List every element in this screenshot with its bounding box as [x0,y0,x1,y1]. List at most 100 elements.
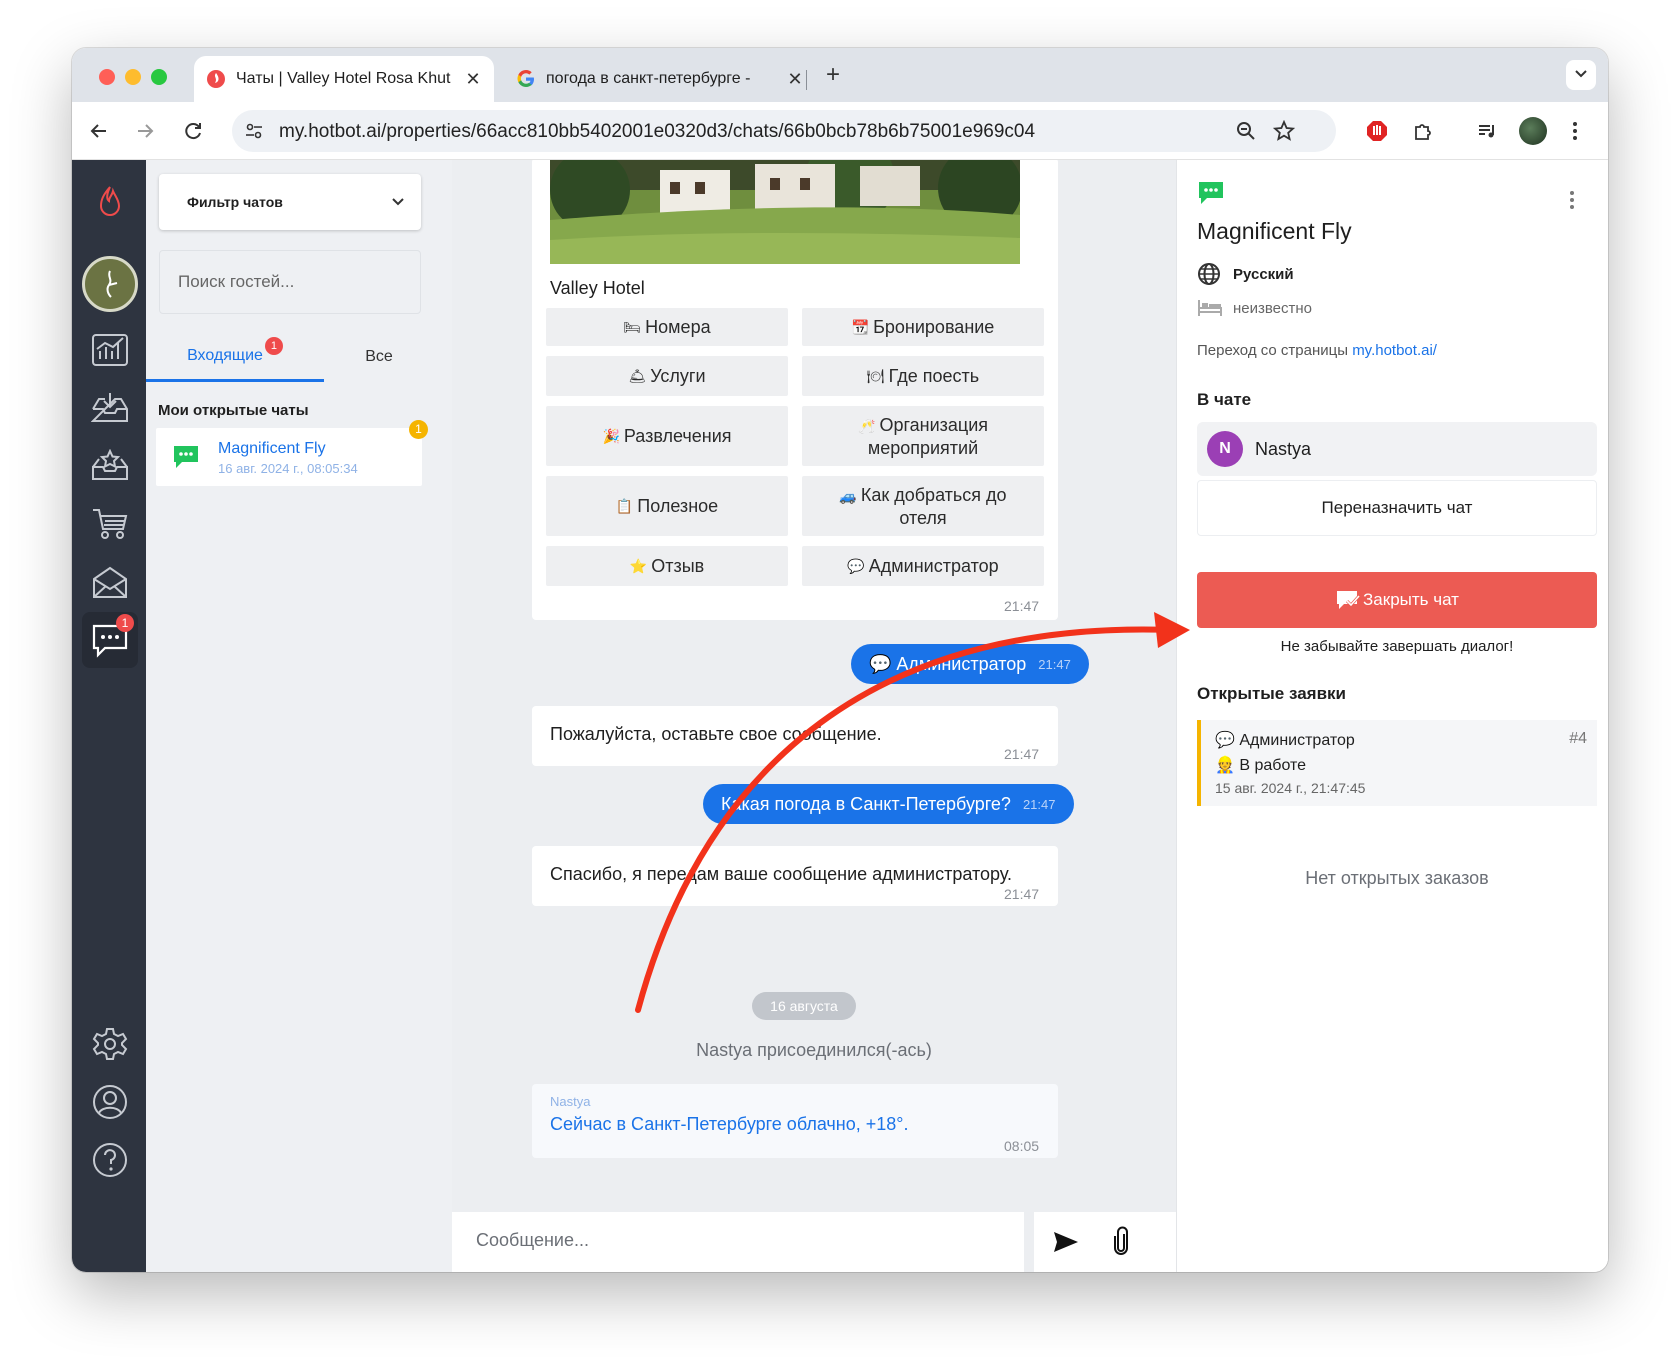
hotel-photo [550,160,1020,264]
address-bar[interactable]: my.hotbot.ai/properties/66acc810bb540200… [232,110,1336,152]
no-orders-text: Нет открытых заказов [1305,868,1489,888]
browser-tab-chats[interactable]: Чаты | Valley Hotel Rosa Khut ✕ [194,56,494,102]
extensions-icon[interactable] [1406,114,1440,148]
back-arrow-icon [90,124,106,138]
adblock-extension-icon[interactable] [1360,114,1394,148]
cart-icon[interactable] [82,496,138,552]
minimize-window-button[interactable] [125,69,141,85]
menu-button-dining[interactable]: 🍽 Где поесть [802,356,1044,396]
menu-button-rooms[interactable]: 🛏 Номера [546,308,788,346]
guest-search-input[interactable]: Поиск гостей... [159,250,421,314]
tab-incoming[interactable]: Входящие 1 [146,332,324,382]
open-tickets-heading: Открытые заявки [1197,684,1346,703]
ticket-date: 15 авг. 2024 г., 21:47:45 [1215,780,1366,796]
agent-message: Nastya Сейчас в Санкт-Петербурге облачно… [532,1084,1058,1158]
system-message: Nastya присоединился(-ась) [696,1040,932,1060]
reviews-star-icon[interactable] [82,438,138,494]
help-icon[interactable] [82,1132,138,1188]
chat-channel-icon [1197,180,1225,211]
menu-button-events[interactable]: 🥂 Организация мероприятий [802,406,1044,466]
referrer-link[interactable]: my.hotbot.ai/ [1352,342,1437,359]
chat-filter-dropdown[interactable]: Фильтр чатов [159,174,421,230]
profile-avatar[interactable] [1516,114,1550,148]
menu-button-admin[interactable]: 💬 Администратор [802,546,1044,586]
reload-button[interactable] [176,114,210,148]
in-chat-heading: В чате [1197,390,1252,409]
tab-all[interactable]: Все [324,332,434,382]
tab-title: Чаты | Valley Hotel Rosa Khut [236,70,451,87]
tab-close-icon[interactable]: ✕ [786,69,804,90]
menu-button-services[interactable]: 🛎 Услуги [546,356,788,396]
zoom-icon[interactable] [1234,119,1258,143]
message-input[interactable]: Сообщение... [476,1230,589,1251]
inbox-download-icon[interactable] [82,380,138,436]
new-tab-button[interactable]: + [818,60,848,90]
bookmark-star-icon[interactable] [1272,119,1296,143]
close-chat-button[interactable]: Закрыть чат [1197,572,1597,628]
browser-window: Чаты | Valley Hotel Rosa Khut ✕ погода в… [72,48,1608,1272]
user-avatar[interactable] [82,256,138,312]
tab-title: погода в санкт-петербурге - [546,70,751,87]
ticket-status: 👷 В работе [1215,757,1307,774]
guest-details-panel: Magnificent Fly Русский неизвестно Перех… [1176,160,1608,1272]
more-options-icon[interactable] [1569,190,1575,215]
close-window-button[interactable] [99,69,115,85]
forward-button[interactable] [128,114,162,148]
browser-tab-weather[interactable]: погода в санкт-петербурге - ✕ [504,56,816,102]
chats-icon[interactable]: 1 [82,612,138,668]
chevron-down-icon [391,194,405,210]
message-time: 21:47 [1004,598,1040,614]
agent-name: Nastya [1255,438,1312,459]
guest-language: Русский [1197,262,1294,286]
analytics-icon[interactable] [82,322,138,378]
browser-toolbar: my.hotbot.ai/properties/66acc810bb540200… [72,102,1608,160]
close-chat-icon [1335,589,1361,611]
guest-name: Magnificent Fly [1197,218,1352,244]
site-settings-icon[interactable] [242,119,266,143]
browser-menu-icon[interactable] [1558,114,1592,148]
menu-button-useful[interactable]: 📋 Полезное [546,476,788,536]
chats-badge: 1 [116,614,134,632]
chat-list-item[interactable]: Magnificent Fly 16 авг. 2024 г., 08:05:3… [156,420,428,486]
reload-icon [185,123,201,140]
hotel-name: Valley Hotel [550,278,645,298]
chat-guest-name: Magnificent Fly [218,440,326,457]
incoming-badge: 1 [264,336,283,355]
chat-conversation: Valley Hotel 🛏 Номера 📆 Бронирование 🛎 Услу… [452,160,1176,1272]
guest-room: неизвестно [1197,298,1312,318]
media-control-icon[interactable] [1470,114,1504,148]
ticket-card[interactable]: 💬 Администратор #4 👷 В работе 15 авг. 20… [1197,720,1597,806]
chat-list-panel: Фильтр чатов Поиск гостей... Входящие 1 … [146,160,434,1272]
date-divider: 16 августа [752,992,856,1020]
maximize-window-button[interactable] [151,69,167,85]
reassign-chat-button[interactable]: Переназначить чат [1197,480,1597,536]
my-open-chats-heading: Мои открытые чаты [158,402,309,419]
agent-avatar: N [1207,431,1243,467]
url-text: my.hotbot.ai/properties/66acc810bb540200… [279,121,1036,142]
menu-button-review[interactable]: ⭐ Отзыв [546,546,788,586]
menu-button-booking[interactable]: 📆 Бронирование [802,308,1044,346]
send-icon[interactable] [1052,1230,1080,1259]
chat-date: 16 авг. 2024 г., 08:05:34 [218,461,358,476]
forward-arrow-icon [138,124,154,138]
filter-label: Фильтр чатов [187,194,283,210]
agent-text: Сейчас в Санкт-Петербурге облачно, +18°. [550,1114,909,1134]
google-favicon-icon [516,69,536,89]
nav-rail: 1 [72,160,146,1272]
menu-button-entertainment[interactable]: 🎉 Развлечения [546,406,788,466]
menu-button-directions[interactable]: 🚙 Как добраться до отеля [802,476,1044,536]
ticket-type: 💬 Администратор [1215,732,1355,749]
back-button[interactable] [82,114,116,148]
attach-paperclip-icon[interactable] [1112,1226,1130,1261]
flame-logo-icon[interactable] [82,174,138,230]
mail-icon[interactable] [82,554,138,610]
message-composer: Сообщение... [452,1212,1176,1272]
tab-close-icon[interactable]: ✕ [464,69,482,90]
search-placeholder: Поиск гостей... [178,272,295,291]
bed-icon [1197,298,1223,318]
settings-gear-icon[interactable] [82,1016,138,1072]
account-icon[interactable] [82,1074,138,1130]
chat-unread-badge: 1 [409,420,428,439]
tab-divider [806,70,807,90]
tab-search-button[interactable] [1566,60,1596,90]
